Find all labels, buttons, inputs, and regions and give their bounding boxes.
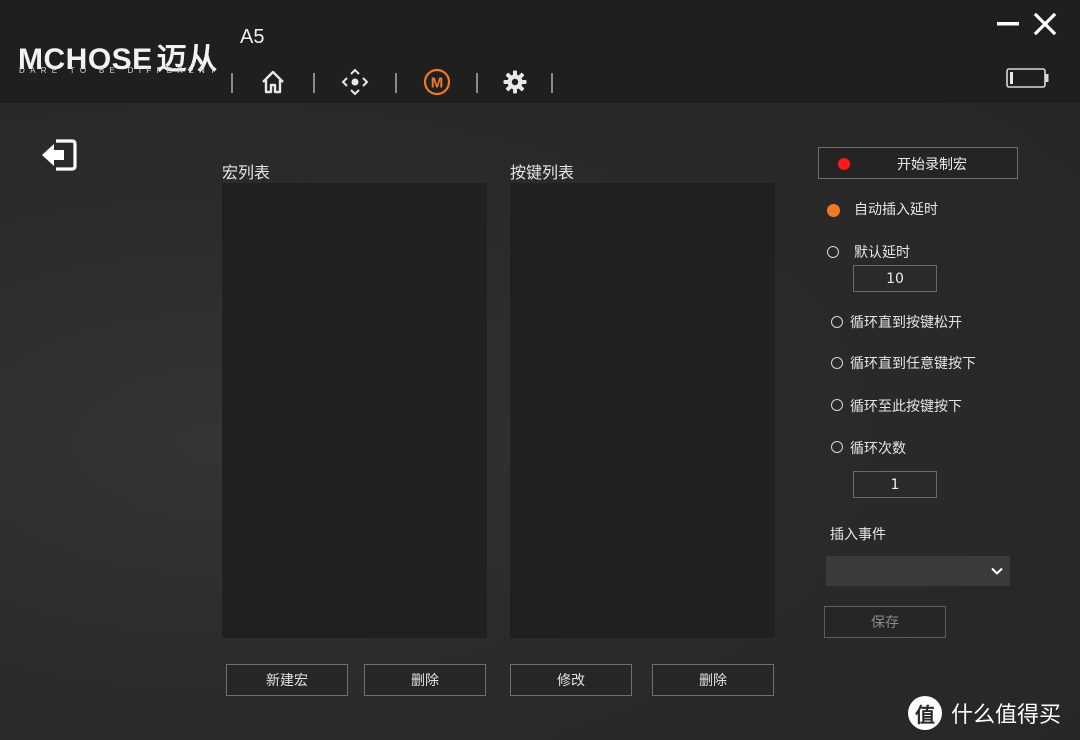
auto-delay-label[interactable]: 自动插入延时: [854, 199, 938, 219]
macro-icon-label: M: [431, 75, 444, 92]
watermark-text: 什么值得买: [951, 703, 1062, 728]
chevron-down-icon: [991, 567, 1003, 575]
watermark-badge: 值: [908, 696, 942, 730]
insert-event-label: 插入事件: [830, 527, 886, 543]
default-delay-input[interactable]: [853, 265, 937, 292]
delete-key-button[interactable]: 删除: [652, 664, 774, 696]
loop-until-this-key-radio[interactable]: [831, 399, 843, 411]
nav-divider: [395, 73, 397, 93]
auto-delay-radio[interactable]: [827, 204, 840, 217]
exit-icon[interactable]: [40, 138, 78, 172]
loop-count-radio[interactable]: [831, 441, 843, 453]
nav-divider: [476, 73, 478, 93]
close-icon[interactable]: [1031, 10, 1059, 38]
gear-icon[interactable]: [500, 67, 530, 97]
nav-divider: [313, 73, 315, 93]
title-bar: MCHOSE 迈从 DARE TO BE DIFFERENT A5 M: [0, 0, 1080, 103]
loop-until-release-radio[interactable]: [831, 316, 843, 328]
macro-list[interactable]: [222, 183, 487, 638]
watermark: 值 什么值得买: [908, 696, 1062, 730]
delete-macro-button[interactable]: 删除: [364, 664, 486, 696]
loop-until-release-label[interactable]: 循环直到按键松开: [850, 312, 962, 332]
home-icon[interactable]: [258, 67, 288, 97]
macro-editor-window: MCHOSE 迈从 DARE TO BE DIFFERENT A5 M 宏列表 …: [0, 0, 1080, 740]
key-list-label: 按键列表: [510, 163, 575, 182]
device-model: A5: [240, 26, 265, 48]
key-list[interactable]: [510, 183, 775, 638]
save-button[interactable]: 保存: [824, 606, 946, 638]
default-delay-label[interactable]: 默认延时: [854, 242, 910, 262]
nav-divider: [231, 73, 233, 93]
macro-list-label: 宏列表: [222, 163, 271, 182]
dpad-icon[interactable]: [340, 67, 370, 97]
default-delay-radio[interactable]: [827, 246, 839, 258]
nav-divider: [551, 73, 553, 93]
loop-count-input[interactable]: [853, 471, 937, 498]
insert-event-select[interactable]: [826, 556, 1010, 586]
minimize-icon[interactable]: [994, 10, 1022, 38]
start-record-label: 开始录制宏: [897, 157, 967, 173]
loop-until-any-key-label[interactable]: 循环直到任意键按下: [850, 353, 976, 373]
edit-key-button[interactable]: 修改: [510, 664, 632, 696]
loop-until-any-key-radio[interactable]: [831, 357, 843, 369]
battery-icon: [1006, 68, 1050, 88]
brand-tagline: DARE TO BE DIFFERENT: [19, 66, 221, 75]
loop-until-this-key-label[interactable]: 循环至此按键按下: [850, 396, 962, 416]
start-record-button[interactable]: 开始录制宏: [818, 147, 1018, 179]
macro-icon[interactable]: M: [422, 67, 452, 97]
new-macro-button[interactable]: 新建宏: [226, 664, 348, 696]
loop-count-label[interactable]: 循环次数: [850, 438, 906, 458]
